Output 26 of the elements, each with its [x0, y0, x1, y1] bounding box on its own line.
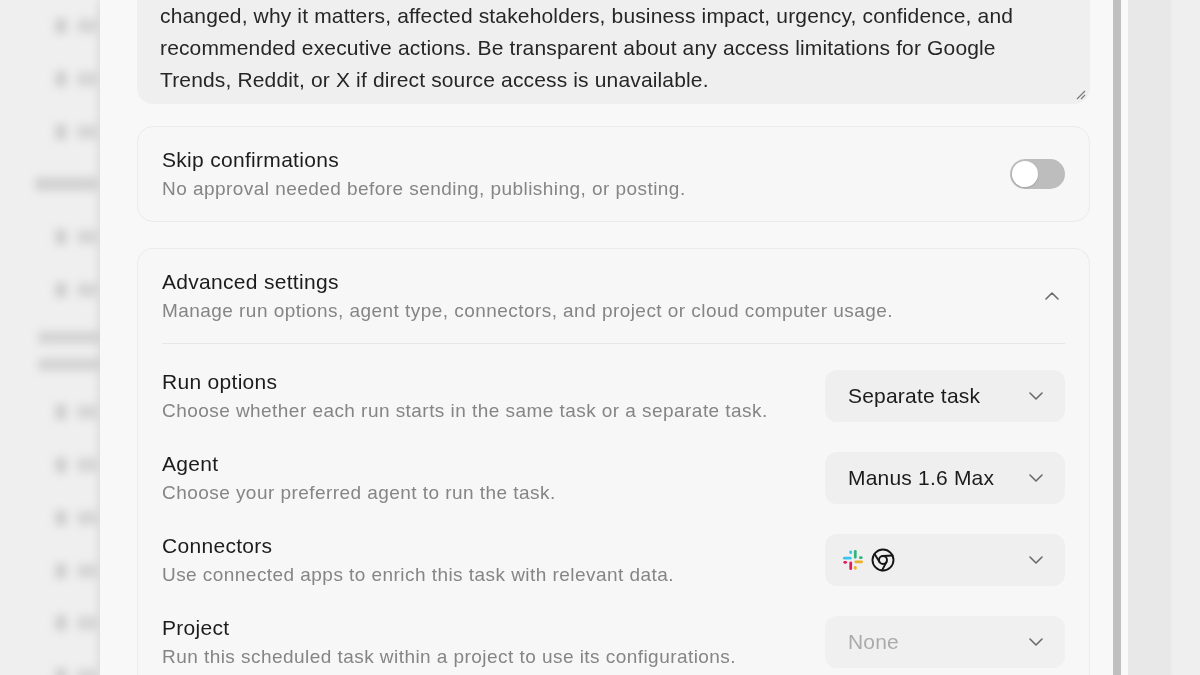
- dropdown[interactable]: [825, 534, 1065, 586]
- setting-title: Connectors: [162, 533, 274, 559]
- setting-description: Choose whether each run starts in the same task or a separate task.: [162, 399, 768, 423]
- chevron-down-icon: [1029, 556, 1043, 564]
- setting-description: Run this scheduled task within a project to use its configurations.: [162, 645, 737, 669]
- chevron-down-icon: [1029, 638, 1043, 646]
- chevron-up-icon[interactable]: [1045, 292, 1059, 300]
- aperture-icon: [871, 548, 895, 572]
- dropdown[interactable]: Separate task: [825, 370, 1065, 422]
- hash-logo-icon: [842, 549, 864, 571]
- setting-title: Advanced settings: [162, 269, 340, 295]
- chevron-down-icon: [1029, 474, 1043, 482]
- setting-description: Use connected apps to enrich this task with relevant data.: [162, 563, 674, 587]
- setting-title: Agent: [162, 451, 220, 477]
- prompt-textarea[interactable]: changed, why it matters, affected stakeholders, business impact, urgency, confidence, and recommended executive actions. Be transparent about any access limitations for Google Trends, Reddit, or X if direct source access is unavailable.: [137, 0, 1090, 104]
- scrollbar-thumb[interactable]: [1113, 0, 1121, 675]
- setting-description: Choose your preferred agent to run the task.: [162, 481, 556, 505]
- setting-title: Project: [162, 615, 231, 641]
- setting-title: Run options: [162, 369, 279, 395]
- toggle-switch[interactable]: [1010, 159, 1065, 189]
- setting-title: Skip confirmations: [162, 147, 340, 173]
- setting-description: Manage run options, agent type, connectors, and project or cloud computer usage.: [162, 299, 893, 323]
- resize-handle-icon[interactable]: [1076, 90, 1086, 100]
- chevron-down-icon: [1029, 392, 1043, 400]
- dropdown[interactable]: Manus 1.6 Max: [825, 452, 1065, 504]
- setting-description: No approval needed before sending, publishing, or posting.: [162, 177, 686, 201]
